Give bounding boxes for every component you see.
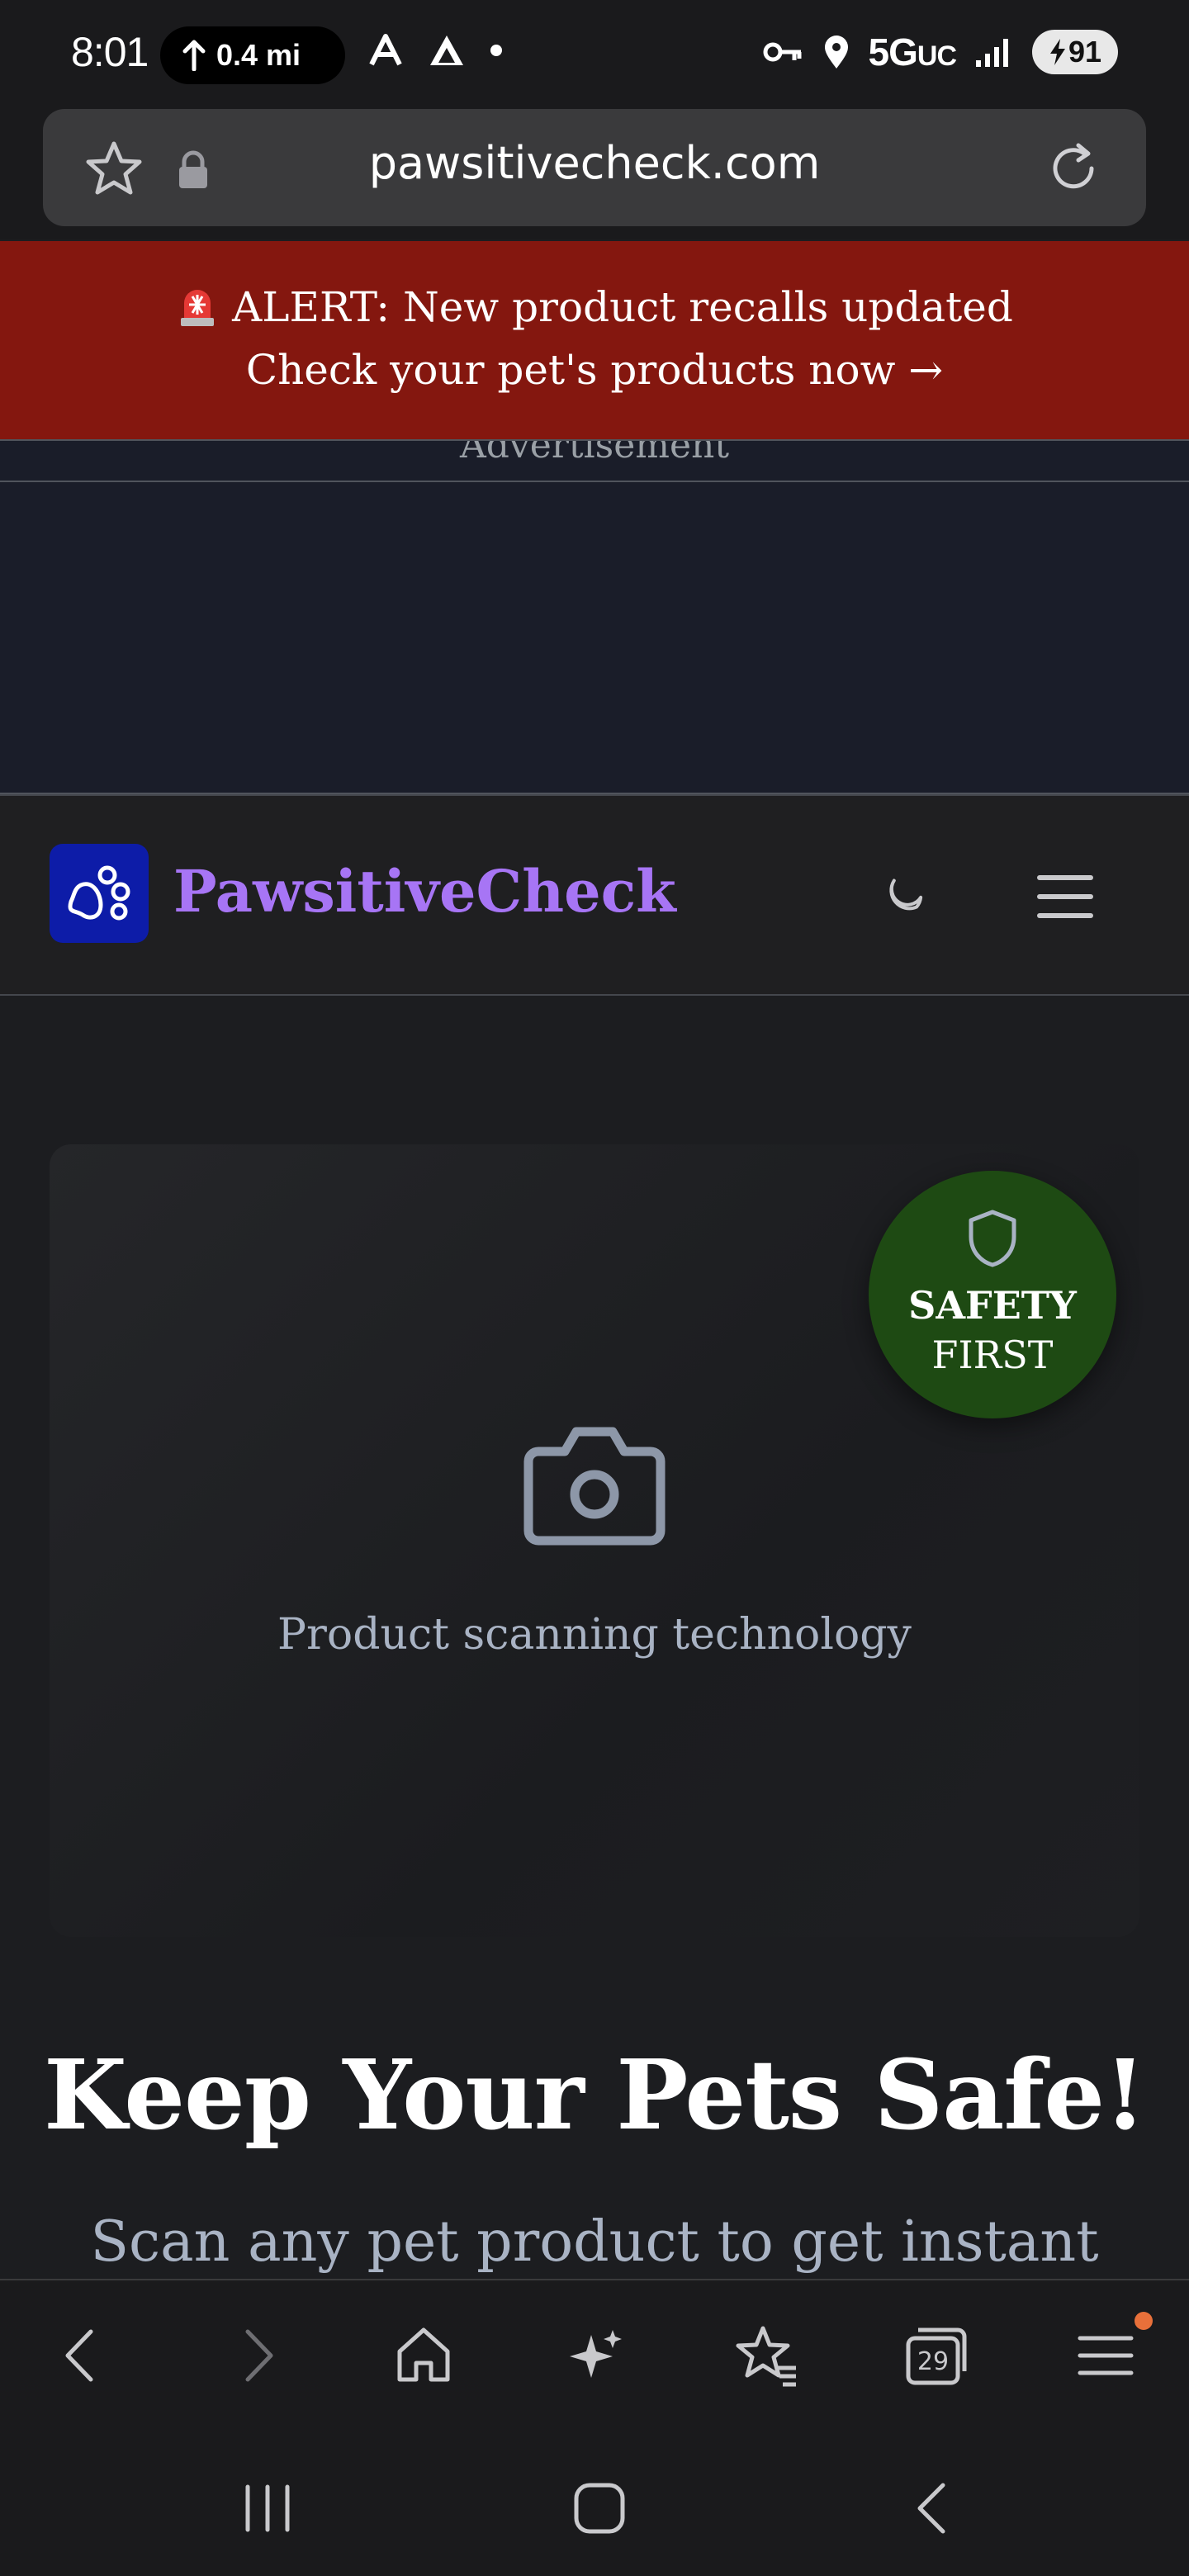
url-text[interactable]: pawsitivecheck.com bbox=[43, 137, 1146, 189]
address-bar[interactable]: pawsitivecheck.com bbox=[43, 109, 1146, 226]
menu-notification-dot bbox=[1135, 2312, 1153, 2330]
notification-icons bbox=[368, 33, 502, 68]
advertisement-slot: Advertisement bbox=[0, 439, 1189, 794]
alert-cta[interactable]: Check your pet's products now → bbox=[0, 339, 1189, 401]
charging-icon bbox=[1049, 39, 1065, 65]
bookmarks-icon[interactable] bbox=[730, 2320, 801, 2391]
more-notifications-dot bbox=[490, 45, 502, 56]
status-right: 5GUC 91 bbox=[763, 30, 1118, 74]
app-triangle-icon bbox=[430, 36, 463, 65]
home-button-icon[interactable] bbox=[566, 2475, 632, 2541]
paw-logo[interactable] bbox=[50, 844, 149, 943]
network-type: 5GUC bbox=[868, 31, 957, 73]
recent-apps-icon[interactable] bbox=[234, 2475, 301, 2541]
battery-indicator: 91 bbox=[1032, 30, 1118, 74]
advertisement-label: Advertisement bbox=[459, 439, 730, 466]
tab-count: 29 bbox=[917, 2347, 949, 2376]
paw-icon bbox=[68, 865, 130, 921]
recall-alert-banner[interactable]: ALERT: New product recalls updated Check… bbox=[0, 241, 1189, 439]
main-headline: Keep Your Pets Safe! bbox=[43, 2039, 1146, 2152]
screen: 8:01 0.4 mi 5GUC 91 pawsitivecheck.com A… bbox=[0, 0, 1189, 2576]
brand-name[interactable]: PawsitiveCheck bbox=[173, 857, 676, 926]
safety-first-badge: SAFETY FIRST bbox=[869, 1171, 1116, 1418]
hero-caption: Product scanning technology bbox=[277, 1610, 912, 1660]
signal-icon bbox=[976, 39, 1008, 67]
back-icon[interactable] bbox=[46, 2320, 117, 2391]
alert-title: ALERT: New product recalls updated bbox=[232, 283, 1013, 331]
main-subheadline: Scan any pet product to get instant bbox=[90, 2209, 1099, 2275]
battery-level: 91 bbox=[1068, 35, 1102, 69]
navigation-chip[interactable]: 0.4 mi bbox=[160, 26, 345, 84]
arrow-up-icon bbox=[182, 40, 206, 71]
browser-menu-icon[interactable] bbox=[1070, 2320, 1141, 2391]
badge-line-1: SAFETY bbox=[908, 1283, 1077, 1328]
tabs-icon[interactable]: 29 bbox=[900, 2320, 971, 2391]
alert-line-1: ALERT: New product recalls updated bbox=[0, 276, 1189, 339]
location-icon bbox=[824, 36, 848, 69]
reload-icon[interactable] bbox=[1044, 139, 1103, 198]
ai-sparkle-icon[interactable] bbox=[560, 2320, 631, 2391]
camera-icon bbox=[523, 1427, 666, 1546]
browser-bottom-toolbar: 29 bbox=[0, 2279, 1189, 2427]
menu-icon[interactable] bbox=[1035, 872, 1095, 921]
badge-line-2: FIRST bbox=[931, 1333, 1054, 1377]
vpn-key-icon bbox=[763, 42, 802, 62]
browser-toolbar-top: pawsitivecheck.com bbox=[0, 107, 1189, 239]
forward-icon[interactable] bbox=[221, 2320, 292, 2391]
status-bar: 8:01 0.4 mi 5GUC 91 bbox=[0, 0, 1189, 107]
siren-icon bbox=[181, 290, 215, 326]
status-time: 8:01 bbox=[71, 29, 149, 75]
navigation-distance: 0.4 mi bbox=[216, 38, 301, 72]
ad-divider bbox=[0, 481, 1189, 482]
system-navigation-bar bbox=[0, 2427, 1189, 2576]
home-icon[interactable] bbox=[388, 2320, 459, 2391]
shield-icon bbox=[969, 1210, 1016, 1267]
app-a-icon bbox=[369, 34, 402, 66]
system-back-icon[interactable] bbox=[900, 2475, 966, 2541]
dark-mode-toggle-icon[interactable] bbox=[880, 872, 928, 920]
site-header: PawsitiveCheck bbox=[0, 794, 1189, 996]
